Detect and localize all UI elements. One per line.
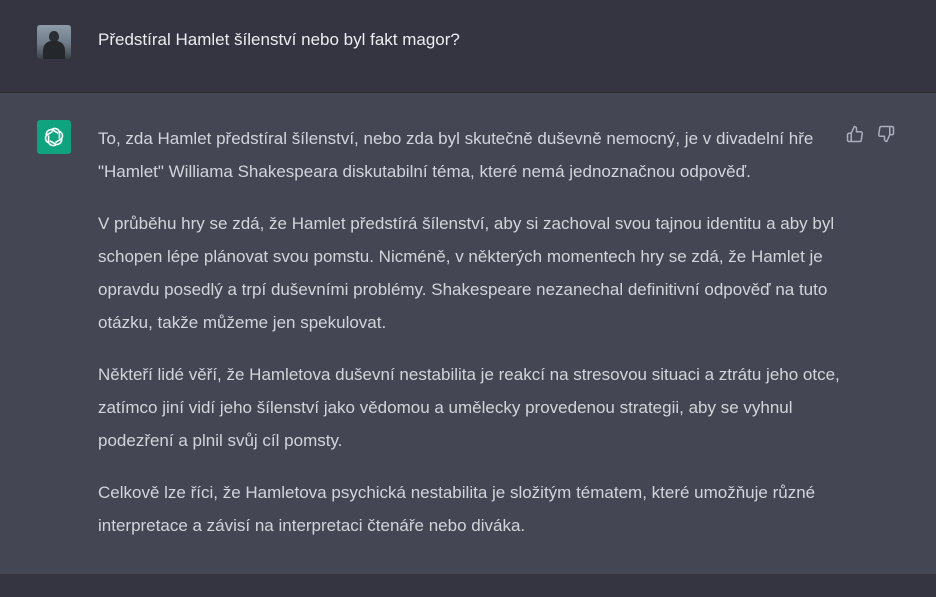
bottom-area [0, 574, 936, 597]
avatar-body [43, 41, 65, 59]
answer-paragraph-2: V průběhu hry se zdá, že Hamlet předstír… [98, 214, 835, 332]
thumbs-down-icon[interactable] [876, 124, 896, 144]
thumbs-up-icon[interactable] [845, 124, 865, 144]
user-avatar [37, 25, 71, 59]
openai-logo-icon [37, 120, 71, 154]
answer-paragraph-4: Celkově lze říci, že Hamletova psychická… [98, 483, 816, 535]
answer-paragraph-1: To, zda Hamlet předstíral šílenství, neb… [98, 129, 814, 181]
user-message-row: Předstíral Hamlet šílenství nebo byl fak… [0, 0, 936, 93]
answer-paragraph-3: Někteří lidé věří, že Hamletova duševní … [98, 365, 840, 450]
assistant-message-row: To, zda Hamlet předstíral šílenství, neb… [0, 93, 936, 574]
user-message-text: Předstíral Hamlet šílenství nebo byl fak… [98, 30, 460, 49]
assistant-message-text: To, zda Hamlet předstíral šílenství, neb… [98, 122, 843, 542]
